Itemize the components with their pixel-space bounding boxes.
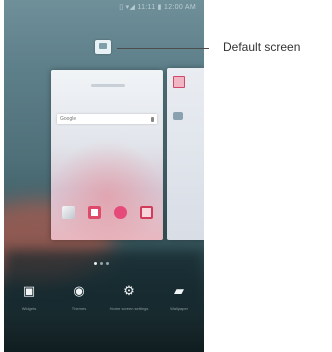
next-page-preview-card[interactable] <box>167 68 204 240</box>
page-dot <box>106 262 109 265</box>
widgets-button[interactable]: ▣ Widgets <box>6 283 52 312</box>
widgets-label: Widgets <box>21 306 37 311</box>
page-dot <box>100 262 103 265</box>
themes-button[interactable]: ◉ Themes <box>56 283 102 312</box>
default-home-screen-icon[interactable] <box>95 40 111 54</box>
page-indicator <box>94 262 109 265</box>
page-dot-active <box>94 262 97 265</box>
phone-screen: ▯ ▾◢ 11:11 ▮ 12:00 AM Google ▣ Widgets ◉… <box>4 0 204 352</box>
app-icon <box>113 205 127 219</box>
home-screen-preview-card[interactable]: Google <box>51 70 163 240</box>
status-text: ▯ ▾◢ 11:11 ▮ 12:00 AM <box>119 4 196 11</box>
app-icon <box>173 112 183 120</box>
card-clock-placeholder <box>91 84 125 87</box>
palette-icon: ◉ <box>73 283 85 298</box>
app-icon <box>173 76 185 88</box>
search-widget-label: Google <box>60 116 77 122</box>
preview-dock <box>55 204 159 220</box>
home-editor-menu: ▣ Widgets ◉ Themes ⚙ Home screen setting… <box>4 284 204 334</box>
wallpaper-icon: ▰ <box>174 283 184 298</box>
app-icon <box>87 205 101 219</box>
home-screen-settings-button[interactable]: ⚙ Home screen settings <box>106 283 152 312</box>
mic-icon <box>151 116 154 122</box>
gear-icon: ⚙ <box>123 283 135 298</box>
home-screen-settings-label: Home screen settings <box>109 306 149 311</box>
status-bar: ▯ ▾◢ 11:11 ▮ 12:00 AM <box>4 0 204 14</box>
themes-label: Themes <box>71 306 87 311</box>
wallpaper-button[interactable]: ▰ Wallpaper <box>156 283 202 312</box>
callout-line <box>117 48 209 49</box>
app-icon <box>139 205 153 219</box>
widgets-icon: ▣ <box>22 283 36 298</box>
app-icon <box>61 205 75 219</box>
callout-label: Default screen <box>223 40 301 54</box>
card-wallpaper <box>51 130 163 240</box>
wallpaper-label: Wallpaper <box>170 306 188 311</box>
search-widget[interactable]: Google <box>57 114 157 124</box>
